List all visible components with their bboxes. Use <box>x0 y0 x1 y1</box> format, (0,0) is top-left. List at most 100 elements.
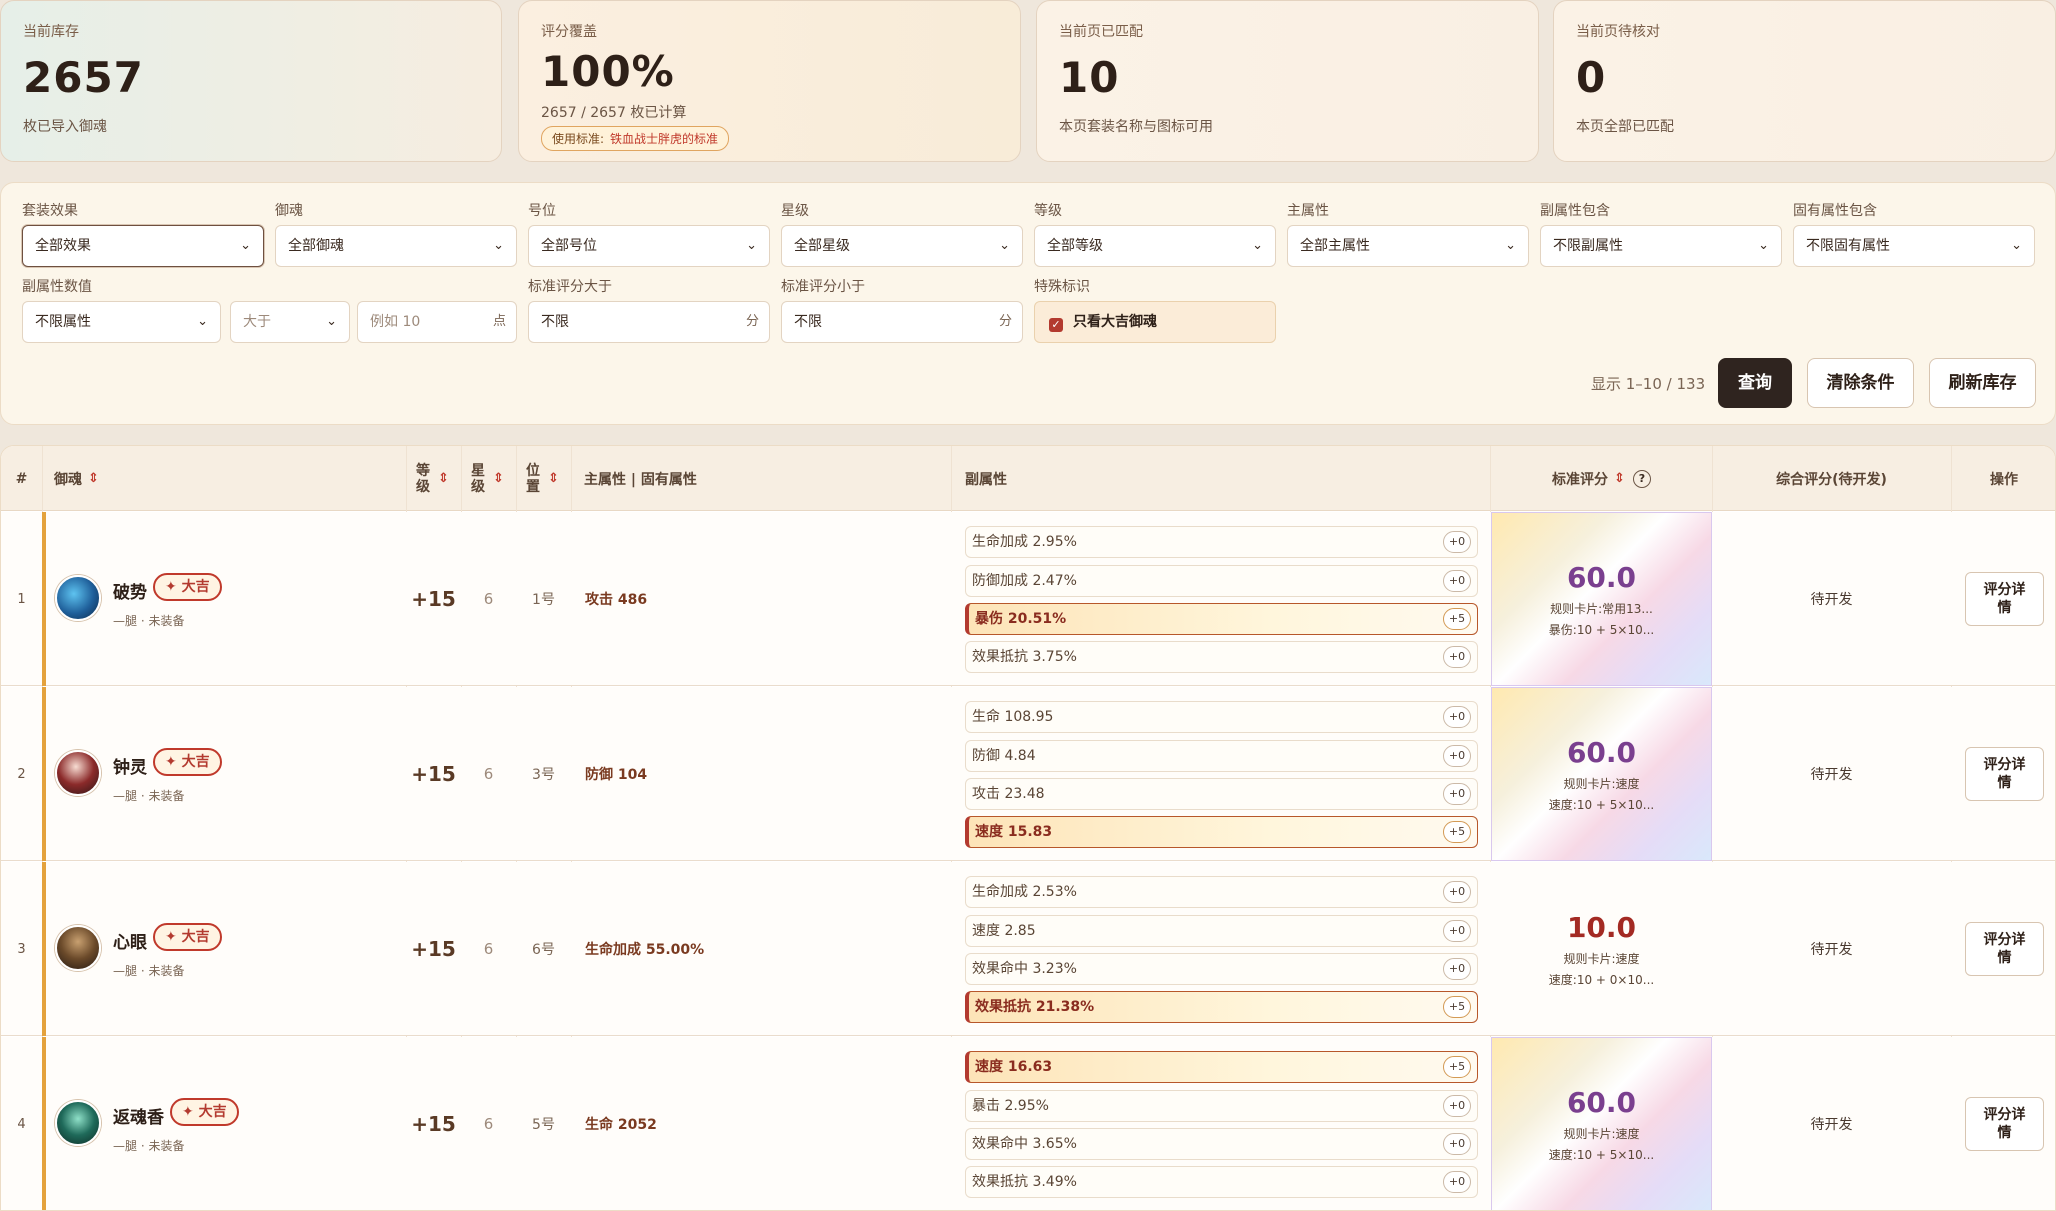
query-button[interactable]: 查询 <box>1718 358 1792 408</box>
row-accent <box>42 862 46 1036</box>
yuhun-avatar-icon <box>55 925 101 971</box>
set-effect-select[interactable]: 全部效果 ⌄ <box>22 225 264 267</box>
sub-attr-text: 暴伤 20.51% <box>975 611 1067 627</box>
combined-score: 待开发 <box>1810 1117 1853 1133</box>
table-row: 3 心眼 ✦ 大吉 —腿 · 未装备 +15 6 6号 生命加成 55.00% … <box>1 862 2055 1036</box>
sub-attr-select[interactable]: 不限属性 ⌄ <box>22 301 221 343</box>
star-value: 6 <box>483 940 494 958</box>
col-yuhun-label: 御魂 <box>54 471 82 488</box>
sub-attr-item-highlight: 效果抵抗 21.38% +5 <box>965 991 1478 1023</box>
filter-label-star: 星级 <box>781 203 809 219</box>
table-row: 1 破势 ✦ 大吉 —腿 · 未装备 +15 6 1号 攻击 486 生命加成 … <box>1 512 2055 686</box>
sub-attr-badge: +0 <box>1443 783 1471 805</box>
row-index: 4 <box>17 1116 26 1132</box>
yuhun-status: —腿 · 未装备 <box>113 614 185 628</box>
sub-attr-badge: +0 <box>1443 646 1471 668</box>
score-value: 60.0 <box>1566 560 1637 594</box>
sub-attr-badge: +0 <box>1443 570 1471 592</box>
stat-label: 当前页待核对 <box>1576 24 1660 40</box>
score-detail-button[interactable]: 评分详情 <box>1965 922 2044 976</box>
score-gt-value: 不限 <box>541 314 569 330</box>
col-star[interactable]: 星级 ⇕ <box>471 446 511 511</box>
yuhun-status: —腿 · 未装备 <box>113 1139 185 1153</box>
level-select[interactable]: 全部等级 ⌄ <box>1034 225 1276 267</box>
chevron-down-icon: ⌄ <box>326 314 337 329</box>
sub-attr-text: 效果抵抗 21.38% <box>975 999 1095 1015</box>
score-lt-input[interactable]: 不限 分 <box>781 301 1023 343</box>
level-value: +15 <box>411 937 456 961</box>
score-gt-input[interactable]: 不限 分 <box>528 301 770 343</box>
yuhun-avatar-icon <box>55 1100 101 1146</box>
main-attr-select[interactable]: 全部主属性 ⌄ <box>1287 225 1529 267</box>
stat-label: 评分覆盖 <box>541 24 597 40</box>
stat-card-coverage: 评分覆盖 100% 2657 / 2657 枚已计算 使用标准: 铁血战士胖虎的标… <box>518 0 1021 162</box>
score-card: 60.0 规则卡片:速度 速度:10 + 5×10... <box>1491 687 1712 861</box>
stat-sub: 2657 / 2657 枚已计算 <box>541 105 687 121</box>
refresh-button[interactable]: 刷新库存 <box>1929 358 2036 408</box>
daji-only-label: 只看大吉御魂 <box>1073 314 1157 330</box>
yuhun-avatar-icon <box>55 750 101 796</box>
col-score-label: 标准评分 <box>1552 471 1609 488</box>
star-value: 6 <box>483 765 494 783</box>
slot-select[interactable]: 全部号位 ⌄ <box>528 225 770 267</box>
stat-card-inventory: 当前库存 2657 枚已导入御魂 <box>0 0 502 162</box>
help-icon[interactable]: ? <box>1632 469 1651 488</box>
sort-icon[interactable]: ⇕ <box>493 471 504 486</box>
sub-attr-badge: +5 <box>1443 608 1471 630</box>
yuhun-name: 钟灵 <box>113 758 147 778</box>
filter-label-sub-contains: 副属性包含 <box>1540 203 1610 219</box>
filter-label-slot: 号位 <box>528 203 556 219</box>
sub-value-input[interactable]: 例如 10 点 <box>357 301 517 343</box>
fixed-contains-select[interactable]: 不限固有属性 ⌄ <box>1793 225 2035 267</box>
sort-icon[interactable]: ⇕ <box>88 471 99 486</box>
sub-attr-item-highlight: 速度 15.83 +5 <box>965 816 1478 848</box>
chevron-down-icon: ⌄ <box>746 238 757 253</box>
stat-label: 当前库存 <box>23 24 79 40</box>
col-yuhun[interactable]: 御魂 ⇕ <box>54 446 404 511</box>
sub-contains-select[interactable]: 不限副属性 ⌄ <box>1540 225 1782 267</box>
score-detail-button[interactable]: 评分详情 <box>1965 1097 2044 1151</box>
stats-bar: 当前库存 2657 枚已导入御魂 评分覆盖 100% 2657 / 2657 枚… <box>0 0 2056 162</box>
stat-value: 0 <box>1576 53 1607 102</box>
sub-value-unit: 点 <box>492 314 506 329</box>
operator-select[interactable]: 大于 ⌄ <box>230 301 350 343</box>
score-value: 60.0 <box>1566 735 1637 769</box>
sub-attr-badge: +0 <box>1443 1095 1471 1117</box>
sub-attr-text: 效果抵抗 3.49% <box>972 1174 1077 1190</box>
sort-icon[interactable]: ⇕ <box>438 471 449 486</box>
sub-value-placeholder: 例如 10 <box>370 314 421 330</box>
sort-icon[interactable]: ⇕ <box>1614 471 1625 486</box>
slot-value: 全部号位 <box>541 238 597 254</box>
yuhun-select[interactable]: 全部御魂 ⌄ <box>275 225 517 267</box>
col-pos[interactable]: 位置 ⇕ <box>526 446 566 511</box>
sub-attr-badge: +0 <box>1443 1133 1471 1155</box>
chevron-down-icon: ⌄ <box>1505 238 1516 253</box>
filter-label-sub-value: 副属性数值 <box>22 279 92 295</box>
col-level-label: 等级 <box>416 462 430 495</box>
sub-attr-text: 防御 4.84 <box>972 748 1036 764</box>
sub-attr-item: 效果抵抗 3.75% +0 <box>965 641 1478 673</box>
chevron-down-icon: ⌄ <box>1252 238 1263 253</box>
filter-label-score-gt: 标准评分大于 <box>528 279 612 295</box>
score-lt-value: 不限 <box>794 314 822 330</box>
yuhun-status: —腿 · 未装备 <box>113 964 185 978</box>
score-value: 60.0 <box>1566 1085 1637 1119</box>
score-detail-button[interactable]: 评分详情 <box>1965 747 2044 801</box>
star-select[interactable]: 全部星级 ⌄ <box>781 225 1023 267</box>
daji-only-checkbox[interactable]: ✓ 只看大吉御魂 <box>1034 301 1276 343</box>
score-card: 10.0 规则卡片:速度 速度:10 + 0×10... <box>1491 862 1712 1036</box>
col-level[interactable]: 等级 ⇕ <box>416 446 456 511</box>
stat-sub: 本页全部已匹配 <box>1576 119 1674 135</box>
score-card: 60.0 规则卡片:常用13... 暴伤:10 + 5×10... <box>1491 512 1712 686</box>
yuhun-status: —腿 · 未装备 <box>113 789 185 803</box>
sub-attr-item: 效果命中 3.23% +0 <box>965 953 1478 985</box>
score-rule: 规则卡片:速度 <box>1563 776 1640 791</box>
clear-button[interactable]: 清除条件 <box>1807 358 1914 408</box>
pos-value: 1号 <box>532 592 555 608</box>
col-score[interactable]: 标准评分 ⇕? <box>1491 446 1712 511</box>
score-value: 10.0 <box>1566 910 1637 944</box>
sort-icon[interactable]: ⇕ <box>548 471 559 486</box>
score-detail-button[interactable]: 评分详情 <box>1965 572 2044 626</box>
main-attr: 生命加成 55.00% <box>585 942 705 958</box>
set-effect-value: 全部效果 <box>35 238 91 254</box>
